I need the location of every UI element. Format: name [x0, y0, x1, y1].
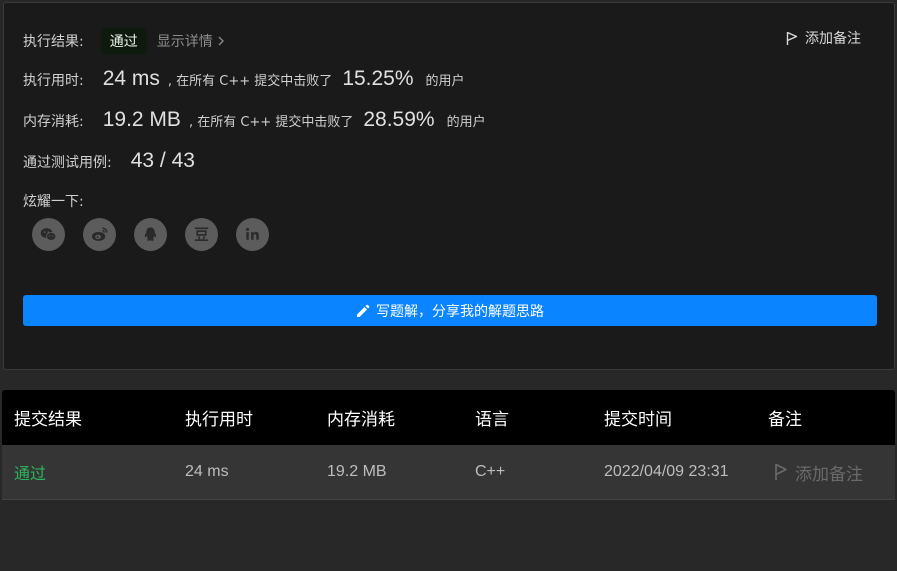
- douban-icon: [194, 227, 209, 242]
- runtime-label: 执行用时:: [23, 73, 84, 89]
- memory-percent: 28.59%: [363, 108, 435, 131]
- table-header: 提交结果 执行用时 内存消耗 语言 提交时间 备注: [2, 390, 895, 445]
- memory-row: 内存消耗: 19.2 MB , 在所有 C++ 提交中击败了 28.59% 的用…: [23, 108, 486, 132]
- header-runtime: 执行用时: [185, 410, 253, 430]
- testcases-row: 通过测试用例: 43 / 43: [23, 149, 195, 173]
- status-row: 执行结果: 通过 显示详情: [23, 28, 224, 54]
- testcases-label: 通过测试用例:: [23, 155, 112, 171]
- show-details-link[interactable]: 显示详情: [157, 31, 224, 51]
- runtime-suffix: 的用户: [425, 74, 465, 89]
- runtime-row: 执行用时: 24 ms , 在所有 C++ 提交中击败了 15.25% 的用户: [23, 67, 465, 91]
- row-runtime: 24 ms: [185, 463, 229, 480]
- runtime-beat-text: , 在所有 C++ 提交中击败了: [167, 74, 333, 89]
- row-language: C++: [475, 463, 506, 480]
- chevron-right-icon: [218, 36, 224, 46]
- status-badge: 通过: [100, 28, 147, 54]
- row-add-note-button[interactable]: 添加备注: [774, 445, 863, 499]
- testcases-value: 43 / 43: [130, 149, 195, 172]
- header-language: 语言: [475, 410, 509, 430]
- submission-result-card: 执行结果: 通过 显示详情 添加备注 执行用时: 24 ms , 在所有 C++…: [3, 2, 895, 370]
- share-label: 炫耀一下:: [23, 194, 84, 210]
- submission-table: 提交结果 执行用时 内存消耗 语言 提交时间 备注 通过 24 ms 19.2 …: [2, 390, 895, 500]
- row-result[interactable]: 通过: [14, 445, 46, 499]
- memory-value: 19.2 MB: [102, 108, 181, 131]
- share-weibo-button[interactable]: [83, 218, 116, 251]
- share-douban-button[interactable]: [185, 218, 218, 251]
- status-label: 执行结果:: [23, 34, 84, 50]
- header-memory: 内存消耗: [327, 410, 395, 430]
- write-solution-label: 写题解，分享我的解题思路: [376, 303, 544, 320]
- row-memory: 19.2 MB: [327, 463, 387, 480]
- memory-suffix: 的用户: [446, 115, 486, 130]
- row-time: 2022/04/09 23:31: [604, 463, 729, 480]
- share-linkedin-button[interactable]: [236, 218, 269, 251]
- qq-icon: [144, 227, 157, 241]
- runtime-percent: 15.25%: [342, 67, 414, 90]
- share-wechat-button[interactable]: [32, 218, 65, 251]
- table-row[interactable]: 通过 24 ms 19.2 MB C++ 2022/04/09 23:31 添加…: [2, 445, 895, 500]
- runtime-value: 24 ms: [102, 67, 160, 90]
- header-note: 备注: [768, 410, 802, 430]
- memory-beat-text: , 在所有 C++ 提交中击败了: [188, 115, 354, 130]
- pencil-icon: [357, 304, 370, 317]
- flag-icon: [786, 31, 798, 45]
- add-note-button[interactable]: 添加备注: [786, 28, 861, 48]
- share-buttons: [32, 218, 269, 251]
- share-row-label: 炫耀一下:: [23, 191, 84, 211]
- header-time: 提交时间: [604, 410, 672, 430]
- row-add-note-label: 添加备注: [795, 464, 863, 485]
- wechat-icon: [40, 228, 57, 241]
- add-note-label: 添加备注: [805, 31, 861, 47]
- write-solution-button[interactable]: 写题解，分享我的解题思路: [23, 295, 877, 326]
- memory-label: 内存消耗:: [23, 114, 84, 130]
- weibo-icon: [91, 227, 108, 241]
- share-qq-button[interactable]: [134, 218, 167, 251]
- header-result: 提交结果: [14, 410, 82, 430]
- flag-icon: [775, 463, 787, 480]
- show-details-label: 显示详情: [156, 34, 213, 50]
- linkedin-icon: [246, 227, 259, 240]
